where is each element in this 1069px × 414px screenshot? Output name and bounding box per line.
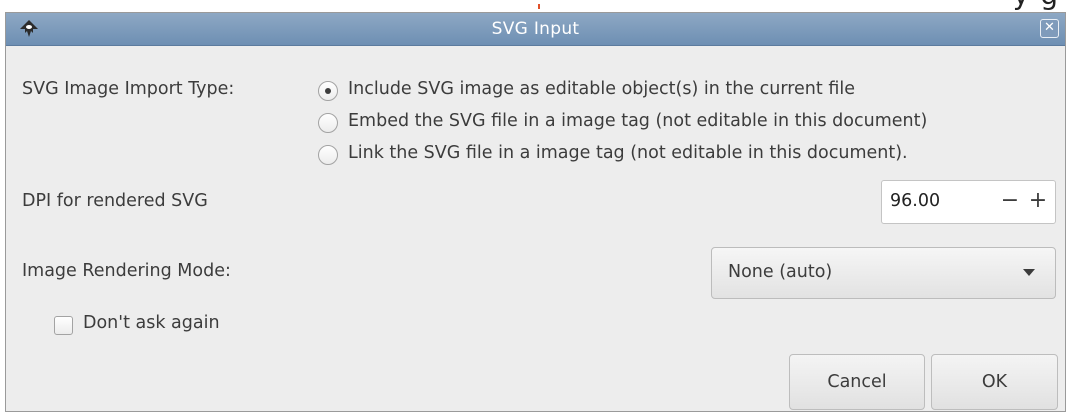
radio-button[interactable] (318, 145, 338, 165)
chevron-down-icon (1023, 269, 1035, 276)
dpi-label: DPI for rendered SVG (22, 191, 208, 211)
titlebar[interactable]: SVG Input ✕ (6, 13, 1065, 46)
radio-link-label[interactable]: Link the SVG file in a image tag (not ed… (348, 143, 908, 163)
ok-button[interactable]: OK (931, 354, 1058, 410)
radio-button-checked[interactable] (318, 81, 338, 101)
dont-ask-checkbox[interactable] (54, 316, 73, 335)
background-red-mark (538, 4, 540, 9)
radio-include-label[interactable]: Include SVG image as editable object(s) … (348, 79, 855, 99)
radio-button[interactable] (318, 113, 338, 133)
dpi-value[interactable]: 96.00 (890, 191, 940, 211)
rendering-mode-label: Image Rendering Mode: (22, 261, 231, 281)
close-icon: ✕ (1044, 20, 1055, 35)
svg-input-dialog: SVG Input ✕ SVG Image Import Type: Inclu… (5, 12, 1066, 412)
dialog-title: SVG Input (491, 19, 580, 39)
background-partial-text: y g (1013, 0, 1059, 11)
dont-ask-label[interactable]: Don't ask again (83, 313, 220, 333)
close-button[interactable]: ✕ (1040, 19, 1059, 38)
decrement-button[interactable]: − (998, 185, 1022, 219)
increment-button[interactable]: + (1026, 185, 1050, 219)
import-type-label: SVG Image Import Type: (22, 79, 235, 99)
dpi-spinbox[interactable]: 96.00 − + (881, 180, 1056, 224)
background-window-strip: y g (0, 0, 1069, 12)
radio-embed-label[interactable]: Embed the SVG file in a image tag (not e… (348, 111, 927, 131)
cancel-button[interactable]: Cancel (789, 354, 925, 410)
rendering-mode-dropdown[interactable]: None (auto) (711, 247, 1056, 299)
rendering-mode-selected: None (auto) (728, 262, 833, 282)
